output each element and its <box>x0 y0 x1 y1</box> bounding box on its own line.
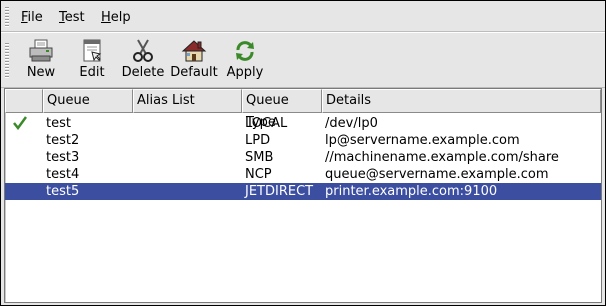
printer-config-window: File Test Help New Edit Delete Default A… <box>0 0 606 306</box>
queue-type-cell: JETDIRECT <box>245 184 314 199</box>
queue-name-cell: test4 <box>46 167 80 182</box>
table-row[interactable]: test3 SMB //machinename.example.com/shar… <box>5 149 601 166</box>
menu-test-label: est <box>64 10 85 25</box>
queue-name-cell: test <box>46 116 71 131</box>
queue-type-cell: LOCAL <box>245 116 288 131</box>
menubar: File Test Help <box>1 1 605 32</box>
queue-name-cell: test3 <box>46 150 80 165</box>
queue-type-cell: SMB <box>245 150 274 165</box>
menu-file-label: ile <box>27 10 43 25</box>
table-row[interactable]: test LOCAL /dev/lp0 <box>5 115 601 132</box>
column-header-queue-label: Queue <box>47 93 90 108</box>
edit-button[interactable]: Edit <box>64 37 120 85</box>
table-row[interactable]: test2 LPD lp@servername.example.com <box>5 132 601 149</box>
menubar-grip-handle[interactable] <box>5 7 9 27</box>
printer-icon <box>29 39 53 62</box>
home-icon <box>181 40 207 62</box>
details-cell: /dev/lp0 <box>325 116 378 131</box>
menu-help-label: elp <box>110 10 131 25</box>
apply-button[interactable]: Apply <box>217 37 273 85</box>
checkmark-icon <box>13 116 27 130</box>
new-button[interactable]: New <box>13 37 69 85</box>
delete-button-label: Delete <box>121 65 165 80</box>
new-button-label: New <box>26 65 56 80</box>
details-cell: printer.example.com:9100 <box>325 184 498 199</box>
menu-help-accel: H <box>101 10 111 25</box>
details-cell: queue@servername.example.com <box>325 167 549 182</box>
column-header-details-label: Details <box>326 93 372 108</box>
apply-button-label: Apply <box>226 65 264 80</box>
column-header-queue[interactable]: Queue <box>43 89 133 113</box>
queue-name-cell: test2 <box>46 133 80 148</box>
column-header-alias-list-label: Alias List <box>137 93 195 108</box>
column-header-default[interactable] <box>5 89 43 113</box>
table-row-selected[interactable]: test5 JETDIRECT printer.example.com:9100 <box>5 183 601 200</box>
default-button-label: Default <box>170 65 218 80</box>
queue-type-cell: LPD <box>245 133 271 148</box>
column-header-queue-type[interactable]: Queue Type <box>242 89 322 130</box>
refresh-icon <box>236 41 254 61</box>
menu-test[interactable]: Test <box>59 10 85 25</box>
edit-button-label: Edit <box>79 65 105 80</box>
queue-list[interactable]: Queue Alias List Queue Type Details test… <box>4 88 602 303</box>
column-header-alias-list[interactable]: Alias List <box>133 89 242 113</box>
delete-button[interactable]: Delete <box>115 37 171 85</box>
column-header-details[interactable]: Details <box>322 89 601 113</box>
default-button[interactable]: Default <box>166 37 222 85</box>
queue-type-cell: NCP <box>245 167 272 182</box>
menu-help[interactable]: Help <box>101 10 131 25</box>
toolbar: New Edit Delete Default Apply <box>1 32 605 88</box>
scissors-icon <box>133 39 153 62</box>
edit-printer-icon <box>83 39 102 62</box>
menu-file[interactable]: File <box>21 10 43 25</box>
toolbar-grip-handle[interactable] <box>5 43 9 79</box>
details-cell: //machinename.example.com/share <box>325 150 559 165</box>
queue-name-cell: test5 <box>46 184 80 199</box>
details-cell: lp@servername.example.com <box>325 133 520 148</box>
table-header: Queue Alias List Queue Type Details <box>5 89 601 130</box>
table-row[interactable]: test4 NCP queue@servername.example.com <box>5 166 601 183</box>
